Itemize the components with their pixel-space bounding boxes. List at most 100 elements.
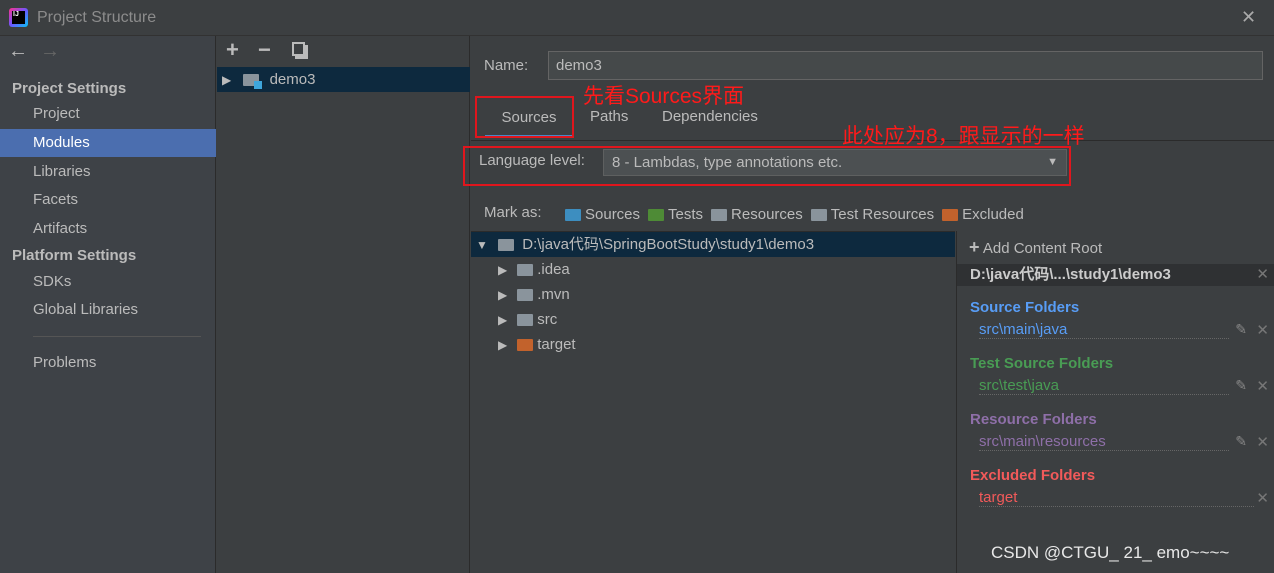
- add-module-button[interactable]: +: [226, 37, 239, 63]
- folder-icon: [711, 209, 728, 222]
- content-root-panel: + Add Content Root D:\java代码\...\study1\…: [956, 231, 1274, 573]
- close-button[interactable]: ✕: [1241, 7, 1256, 28]
- back-button[interactable]: ←: [8, 40, 28, 63]
- sidebar-item-libraries[interactable]: Libraries: [0, 158, 216, 186]
- folder-icon: [498, 239, 515, 252]
- remove-icon[interactable]: ✕: [1256, 489, 1269, 507]
- tree-item[interactable]: ▶ .idea: [471, 257, 570, 282]
- close-icon[interactable]: ✕: [1256, 264, 1269, 286]
- add-content-root-button[interactable]: + Add Content Root: [957, 237, 1274, 258]
- collapse-arrow-icon[interactable]: ▼: [476, 238, 488, 252]
- mark-as-excluded-button[interactable]: Excluded: [942, 206, 1024, 223]
- copy-module-icon[interactable]: [292, 42, 305, 56]
- mark-label: Sources: [585, 206, 641, 223]
- mark-label: Excluded: [962, 206, 1024, 223]
- folder-path: src\test\java: [979, 377, 1060, 394]
- edit-icon[interactable]: ✎: [1235, 377, 1247, 394]
- tree-item[interactable]: ▶ src: [471, 307, 557, 332]
- sidebar-item-modules[interactable]: Modules: [0, 129, 216, 157]
- tree-item[interactable]: ▶ target: [471, 332, 576, 357]
- folder-icon: [517, 314, 534, 327]
- divider: [33, 336, 201, 337]
- mark-label: Test Resources: [830, 206, 935, 223]
- window-title: Project Structure: [37, 9, 157, 26]
- folder-icon: [517, 289, 534, 302]
- folder-icon: [517, 264, 534, 277]
- tree-item-label: .mvn: [537, 286, 570, 303]
- add-content-root-label: Add Content Root: [982, 240, 1103, 257]
- mark-as-resources-button[interactable]: Resources: [711, 206, 803, 223]
- mark-as-sources-button[interactable]: Sources: [565, 206, 640, 223]
- platform-settings-heading: Platform Settings: [12, 247, 137, 264]
- folder-group-title: Excluded Folders: [970, 467, 1096, 484]
- edit-icon[interactable]: ✎: [1235, 321, 1247, 338]
- folder-group-title: Source Folders: [970, 299, 1080, 316]
- content-root-path: D:\java代码\...\study1\demo3: [970, 266, 1171, 283]
- sidebar-item-sdks[interactable]: SDKs: [0, 268, 216, 296]
- watermark: CSDN @CTGU_ 21_ emo~~~~: [991, 543, 1230, 562]
- modules-panel: + − ▶ demo3: [217, 36, 470, 573]
- name-label: Name:: [484, 57, 529, 74]
- sidebar-item-problems[interactable]: Problems: [0, 349, 216, 377]
- folder-entry: src\main\java ✎ ✕: [957, 321, 1274, 339]
- tree-item-label: .idea: [537, 261, 570, 278]
- folder-icon: [942, 209, 959, 222]
- module-item[interactable]: ▶ demo3: [217, 67, 470, 92]
- tree-root[interactable]: ▼ D:\java代码\SpringBootStudy\study1\demo3: [471, 232, 955, 257]
- tab-dependencies[interactable]: Dependencies: [662, 108, 758, 125]
- folder-path: target: [979, 489, 1018, 506]
- module-settings: Name: Sources Paths Dependencies Languag…: [471, 36, 1274, 573]
- folder-group-title: Resource Folders: [970, 411, 1097, 428]
- mark-as-tests-button[interactable]: Tests: [648, 206, 703, 223]
- mark-as-label: Mark as:: [484, 204, 542, 221]
- folder-entry: target ✕: [957, 489, 1274, 507]
- annotation-box-language: [463, 146, 1071, 186]
- annotation-text: 先看Sources界面: [583, 85, 745, 108]
- expand-arrow-icon[interactable]: ▶: [498, 288, 507, 302]
- tree-item-label: src: [537, 311, 558, 328]
- mark-label: Resources: [731, 206, 803, 223]
- remove-icon[interactable]: ✕: [1256, 321, 1269, 339]
- folder-path: src\main\resources: [979, 433, 1106, 450]
- folder-entry: src\test\java ✎ ✕: [957, 377, 1274, 395]
- expand-arrow-icon[interactable]: ▶: [498, 313, 507, 327]
- mark-as-buttons: Sources Tests Resources Test Resources Exclu…: [565, 206, 1032, 223]
- sidebar-item-project[interactable]: Project: [0, 100, 216, 128]
- tree-root-label: D:\java代码\SpringBootStudy\study1\demo3: [522, 236, 815, 253]
- content-root-header: D:\java代码\...\study1\demo3 ✕: [957, 264, 1274, 286]
- folder-icon: [517, 339, 534, 352]
- expand-arrow-icon[interactable]: ▶: [222, 73, 231, 87]
- mark-label: Tests: [668, 206, 704, 223]
- folder-icon: [648, 209, 665, 222]
- sidebar-item-artifacts[interactable]: Artifacts: [0, 215, 216, 243]
- title-bar: IJ Project Structure ✕: [0, 0, 1274, 36]
- name-input[interactable]: [548, 51, 1263, 80]
- sidebar: ← → Project Settings Project Modules Lib…: [0, 36, 216, 573]
- tab-paths[interactable]: Paths: [590, 108, 628, 125]
- folder-group-title: Test Source Folders: [970, 355, 1114, 372]
- folder-icon: [565, 209, 581, 222]
- remove-icon[interactable]: ✕: [1256, 377, 1269, 395]
- remove-module-button[interactable]: −: [258, 37, 271, 63]
- annotation-text: 此处应为8，跟显示的一样: [842, 125, 1085, 148]
- expand-arrow-icon[interactable]: ▶: [498, 338, 507, 352]
- folder-entry: src\main\resources ✎ ✕: [957, 433, 1274, 451]
- expand-arrow-icon[interactable]: ▶: [498, 263, 507, 277]
- module-label: demo3: [269, 71, 316, 88]
- directory-tree: ▼ D:\java代码\SpringBootStudy\study1\demo3…: [471, 231, 955, 573]
- annotation-box-sources: [475, 96, 574, 138]
- tree-item[interactable]: ▶ .mvn: [471, 282, 570, 307]
- plus-icon: +: [969, 237, 980, 257]
- forward-button[interactable]: →: [40, 40, 60, 63]
- remove-icon[interactable]: ✕: [1256, 433, 1269, 451]
- app-logo-icon: IJ: [9, 8, 28, 27]
- module-folder-icon: [243, 74, 263, 90]
- tree-item-label: target: [537, 336, 576, 353]
- mark-as-test-resources-button[interactable]: Test Resources: [810, 206, 935, 223]
- folder-icon: [810, 209, 827, 222]
- sidebar-item-global-libraries[interactable]: Global Libraries: [0, 296, 216, 324]
- sidebar-item-facets[interactable]: Facets: [0, 186, 216, 214]
- project-settings-heading: Project Settings: [12, 80, 127, 97]
- folder-path: src\main\java: [979, 321, 1068, 338]
- edit-icon[interactable]: ✎: [1235, 433, 1247, 450]
